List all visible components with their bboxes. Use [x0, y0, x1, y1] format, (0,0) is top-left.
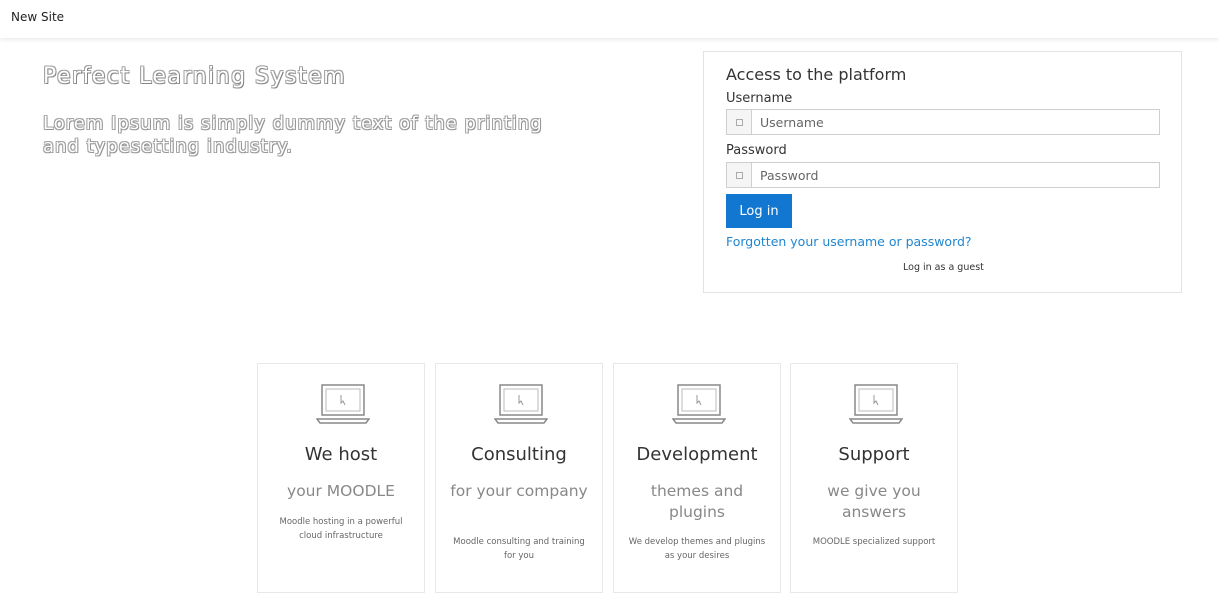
laptop-icon: [316, 384, 370, 424]
card-title: Consulting: [471, 444, 567, 465]
card-description: Moodle hosting in a powerful cloud infra…: [279, 517, 403, 541]
forgot-password-link[interactable]: Forgotten your username or password?: [726, 234, 972, 249]
card-subtitle: we give you answers: [827, 482, 921, 521]
card-description: We develop themes and plugins as your de…: [628, 537, 766, 561]
card-subtitle: for your company: [450, 482, 588, 500]
username-field-group: [726, 109, 1160, 135]
card-subtitle: themes and plugins: [650, 482, 744, 521]
laptop-icon: [849, 384, 903, 424]
card-title: We host: [304, 444, 378, 465]
login-panel: Access to the platform Username Password…: [703, 51, 1182, 293]
laptop-icon: [672, 384, 726, 424]
card-description: MOODLE specialized support: [812, 537, 936, 547]
guest-login-link[interactable]: Log in as a guest: [903, 262, 984, 273]
hero-subtitle: Lorem Ipsum is simply dummy text of the …: [43, 113, 543, 157]
password-field-group: [726, 162, 1160, 188]
feature-card-development: Development themes and plugins We develo…: [613, 363, 781, 593]
site-name-link[interactable]: New Site: [11, 10, 64, 24]
card-subtitle: your MOODLE: [287, 482, 395, 500]
hero-title: Perfect Learning System: [43, 64, 347, 89]
feature-card-consulting: Consulting for your company Moodle consu…: [435, 363, 603, 593]
feature-card-hosting: We host your MOODLE Moodle hosting in a …: [257, 363, 425, 593]
username-input[interactable]: [752, 110, 1159, 134]
login-button[interactable]: Log in: [726, 194, 792, 228]
card-title: Development: [636, 444, 758, 465]
login-title: Access to the platform: [726, 65, 907, 84]
top-navbar: New Site: [0, 0, 1219, 38]
feature-card-support: Support we give you answers MOODLE speci…: [790, 363, 958, 593]
laptop-icon: [494, 384, 548, 424]
lock-icon: [727, 163, 752, 187]
card-title: Support: [838, 444, 910, 465]
password-label: Password: [726, 143, 787, 158]
password-input[interactable]: [752, 163, 1159, 187]
user-icon: [727, 110, 752, 134]
username-label: Username: [726, 91, 793, 106]
card-description: Moodle consulting and training for you: [453, 537, 585, 561]
